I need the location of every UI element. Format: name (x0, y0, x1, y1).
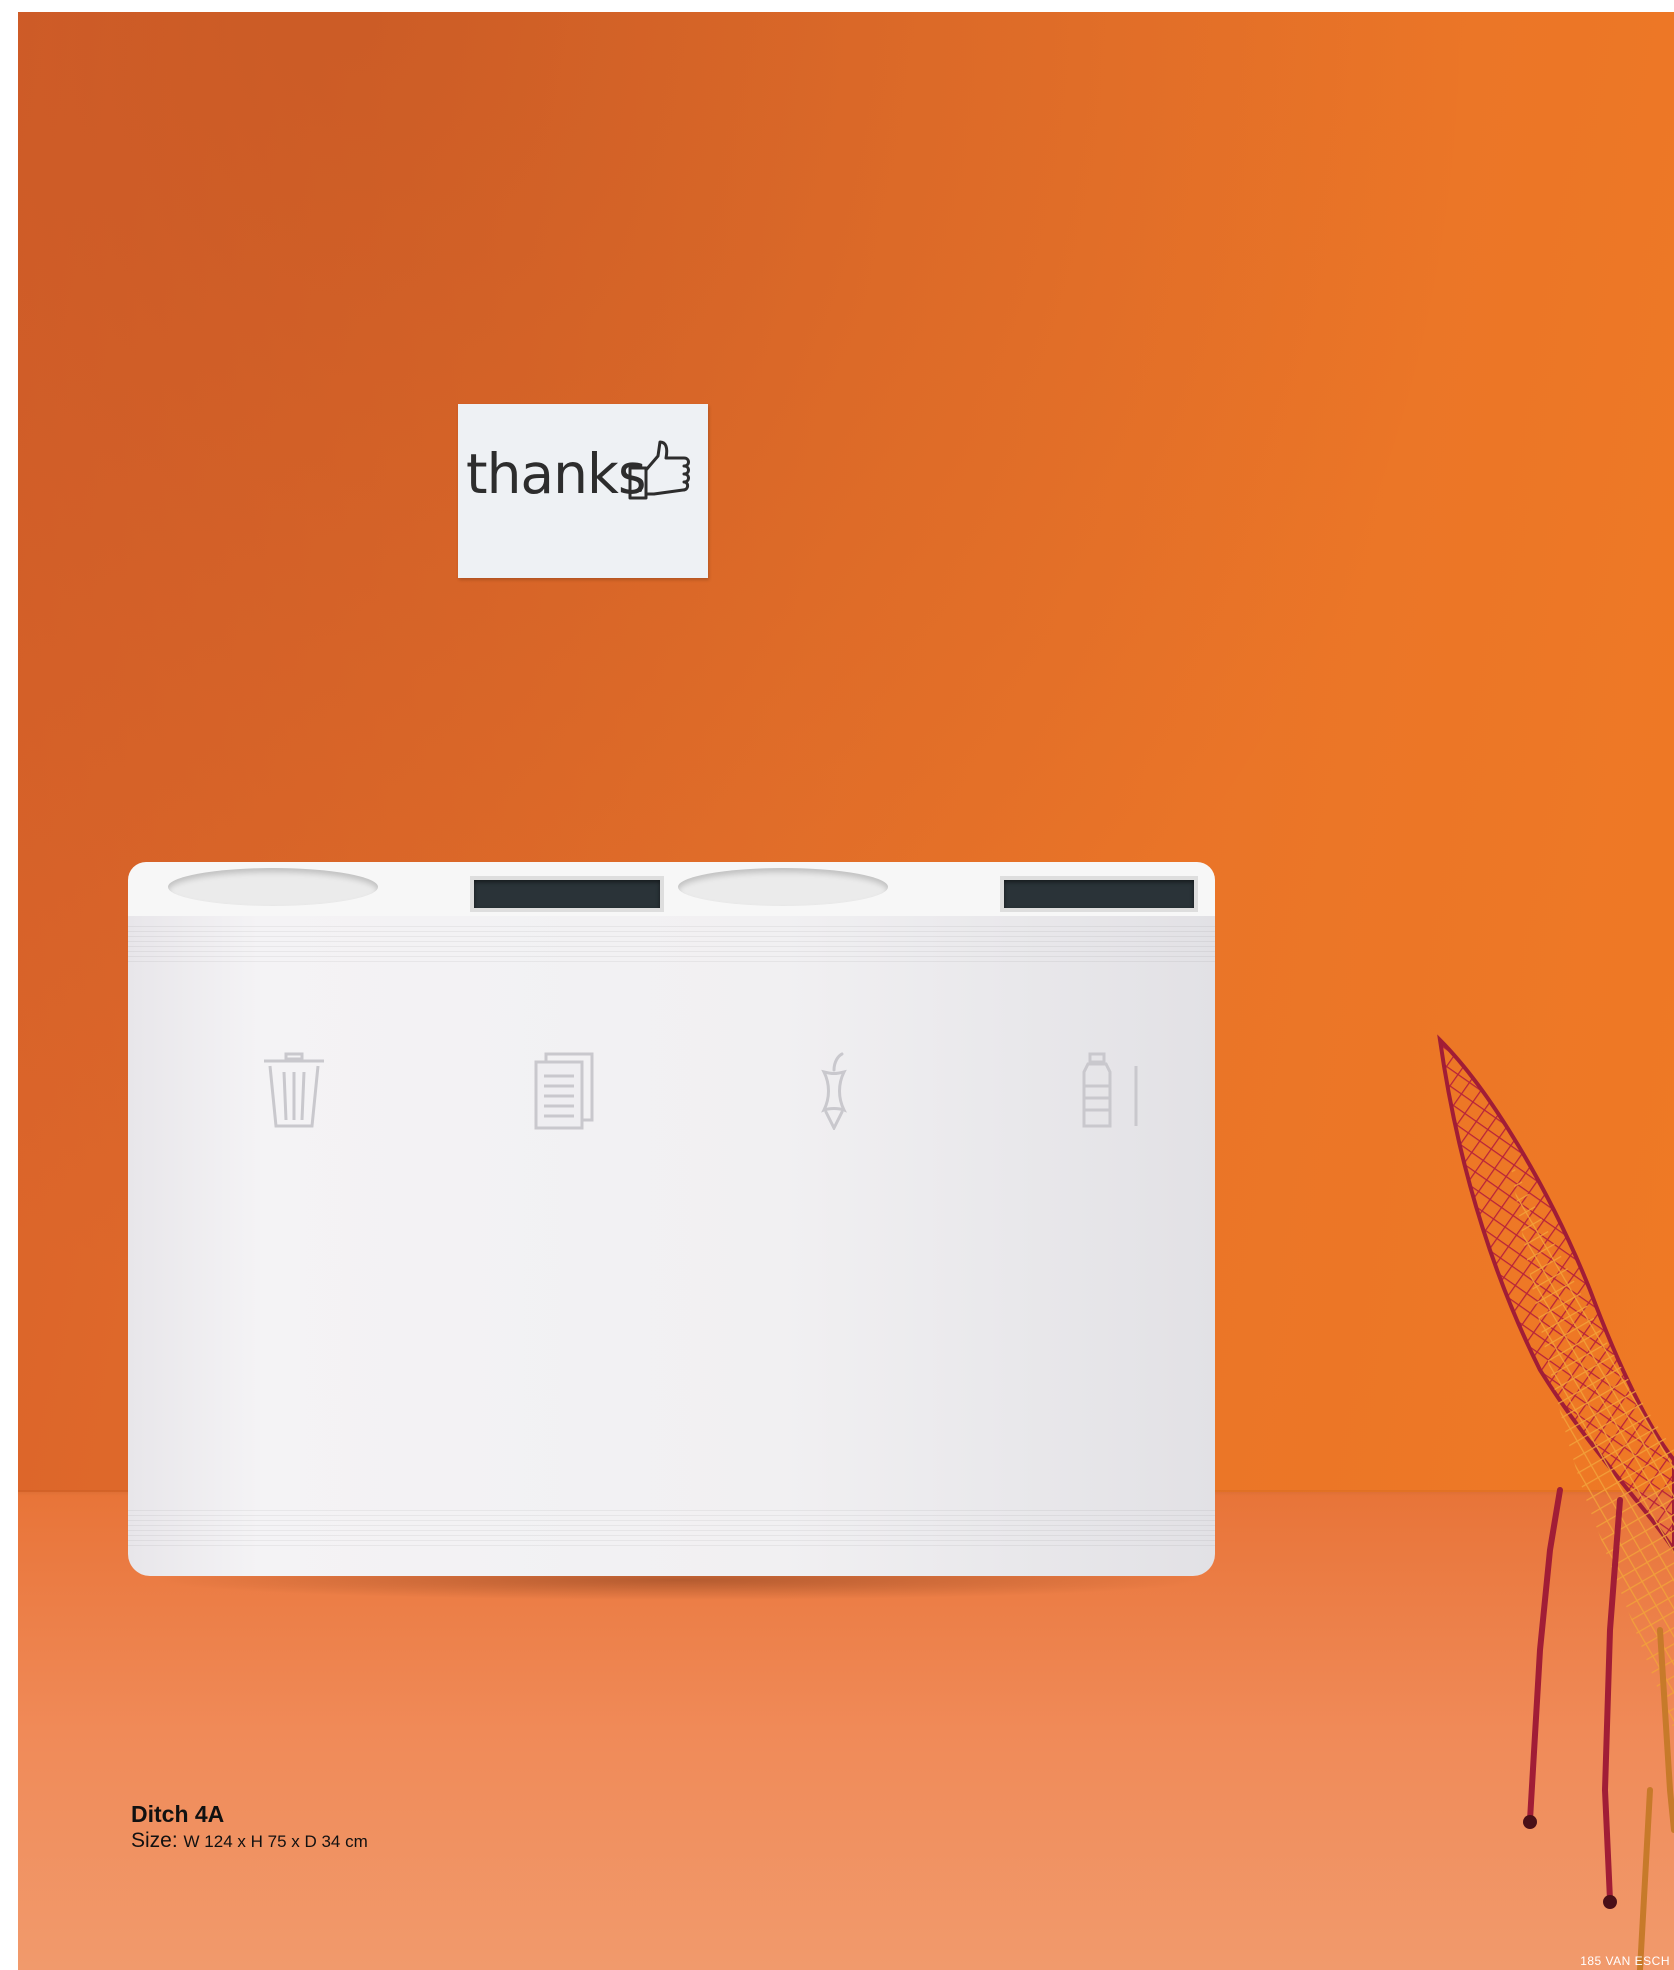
bin-stripes (128, 1510, 1215, 1550)
paper-icon (534, 1052, 594, 1130)
paper-slot (470, 876, 664, 912)
round-opening (168, 868, 378, 906)
thumbs-up-icon (628, 440, 690, 500)
thanks-sign: thanks (458, 404, 708, 578)
size-value: W 124 x H 75 x D 34 cm (183, 1832, 368, 1851)
bin-lid (128, 862, 1215, 918)
bottle-icon (1082, 1052, 1138, 1128)
waste-bin (128, 862, 1215, 1576)
trash-icon (264, 1052, 324, 1128)
bin-stripes (128, 926, 1215, 966)
product-caption: Ditch 4A Size: W 124 x H 75 x D 34 cm (131, 1800, 368, 1855)
product-title: Ditch 4A (131, 1801, 225, 1827)
size-label: Size: (131, 1829, 178, 1852)
bottle-slot (1000, 876, 1198, 912)
catalog-page: thanks Ditch 4A Size: W 124 x H 75 x D 3… (0, 0, 1674, 1970)
sign-text: thanks (466, 442, 646, 506)
apple-core-icon (821, 1052, 847, 1130)
product-size: Size: W 124 x H 75 x D 34 cm (131, 1828, 368, 1855)
page-folio: 185 VAN ESCH (1580, 1954, 1670, 1968)
bin-body (128, 916, 1215, 1576)
round-opening (678, 868, 888, 906)
wire-chair (1437, 1034, 1674, 1970)
